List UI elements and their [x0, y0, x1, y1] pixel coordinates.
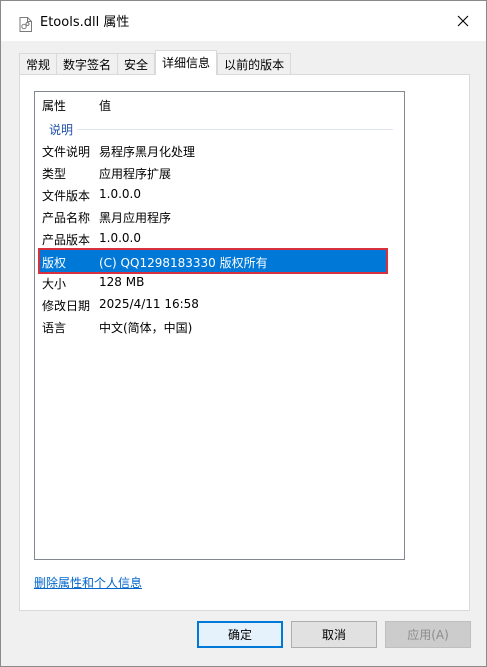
- list-item[interactable]: 语言 中文(简体，中国): [35, 315, 404, 337]
- property-name: 产品名称: [42, 211, 91, 225]
- tab-strip: 常规 数字签名 安全 详细信息 以前的版本: [19, 50, 292, 75]
- property-value: 应用程序扩展: [99, 167, 172, 181]
- property-value: (C) QQ1298183330 版权所有: [99, 256, 268, 270]
- list-item[interactable]: 文件说明 易程序黑月化处理: [35, 139, 404, 161]
- remove-properties-link[interactable]: 删除属性和个人信息: [34, 574, 142, 591]
- ok-button[interactable]: 确定: [197, 621, 283, 648]
- tab-previous-versions[interactable]: 以前的版本: [217, 53, 292, 75]
- details-panel: 属性 值 说明 文件说明 易程序黑月化处理 类型 应用程序扩展 文件版本 1.0…: [19, 74, 470, 611]
- list-item-selected[interactable]: 版权 (C) QQ1298183330 版权所有: [38, 248, 388, 274]
- property-name: 产品版本: [42, 233, 91, 247]
- column-header-value[interactable]: 值: [99, 97, 111, 114]
- property-name: 文件说明: [42, 145, 91, 159]
- properties-dialog: Etools.dll 属性 常规 数字签名 安全 详细信息 以前的版本 属性 值…: [0, 0, 487, 667]
- list-item[interactable]: 修改日期 2025/4/11 16:58: [35, 293, 404, 315]
- list-item[interactable]: 类型 应用程序扩展: [35, 161, 404, 183]
- list-item[interactable]: 产品名称 黑月应用程序: [35, 205, 404, 227]
- list-item[interactable]: 大小 128 MB: [35, 271, 404, 293]
- apply-button[interactable]: 应用(A): [385, 621, 471, 648]
- tab-security[interactable]: 安全: [117, 53, 156, 75]
- group-header-description: 说明: [49, 123, 74, 137]
- details-list[interactable]: 属性 值 说明 文件说明 易程序黑月化处理 类型 应用程序扩展 文件版本 1.0…: [34, 91, 405, 560]
- property-value: 中文(简体，中国): [99, 321, 193, 335]
- tab-general[interactable]: 常规: [19, 53, 58, 75]
- property-name: 类型: [42, 167, 67, 181]
- property-value: 易程序黑月化处理: [99, 145, 196, 159]
- close-button[interactable]: [440, 1, 486, 41]
- property-value: 1.0.0.0: [99, 187, 141, 201]
- tab-details[interactable]: 详细信息: [155, 50, 218, 75]
- property-value: 1.0.0.0: [99, 231, 141, 245]
- property-name: 语言: [42, 321, 67, 335]
- title-bar: Etools.dll 属性: [1, 1, 486, 41]
- cancel-button[interactable]: 取消: [291, 621, 377, 648]
- property-name: 修改日期: [42, 299, 91, 313]
- tab-digital-signatures[interactable]: 数字签名: [56, 53, 119, 75]
- property-name: 大小: [42, 277, 67, 291]
- window-title: Etools.dll 属性: [40, 15, 130, 30]
- property-value: 黑月应用程序: [99, 211, 172, 225]
- column-header-property[interactable]: 属性: [42, 97, 66, 114]
- list-item[interactable]: 产品版本 1.0.0.0: [35, 227, 404, 249]
- list-header: 属性 值: [35, 92, 404, 116]
- file-icon: [19, 17, 32, 32]
- property-value: 128 MB: [99, 275, 145, 289]
- close-icon: [457, 15, 469, 27]
- property-name: 文件版本: [42, 189, 91, 203]
- list-item[interactable]: 文件版本 1.0.0.0: [35, 183, 404, 205]
- property-value: 2025/4/11 16:58: [99, 297, 199, 311]
- property-name: 版权: [42, 256, 67, 270]
- group-divider: [77, 129, 393, 130]
